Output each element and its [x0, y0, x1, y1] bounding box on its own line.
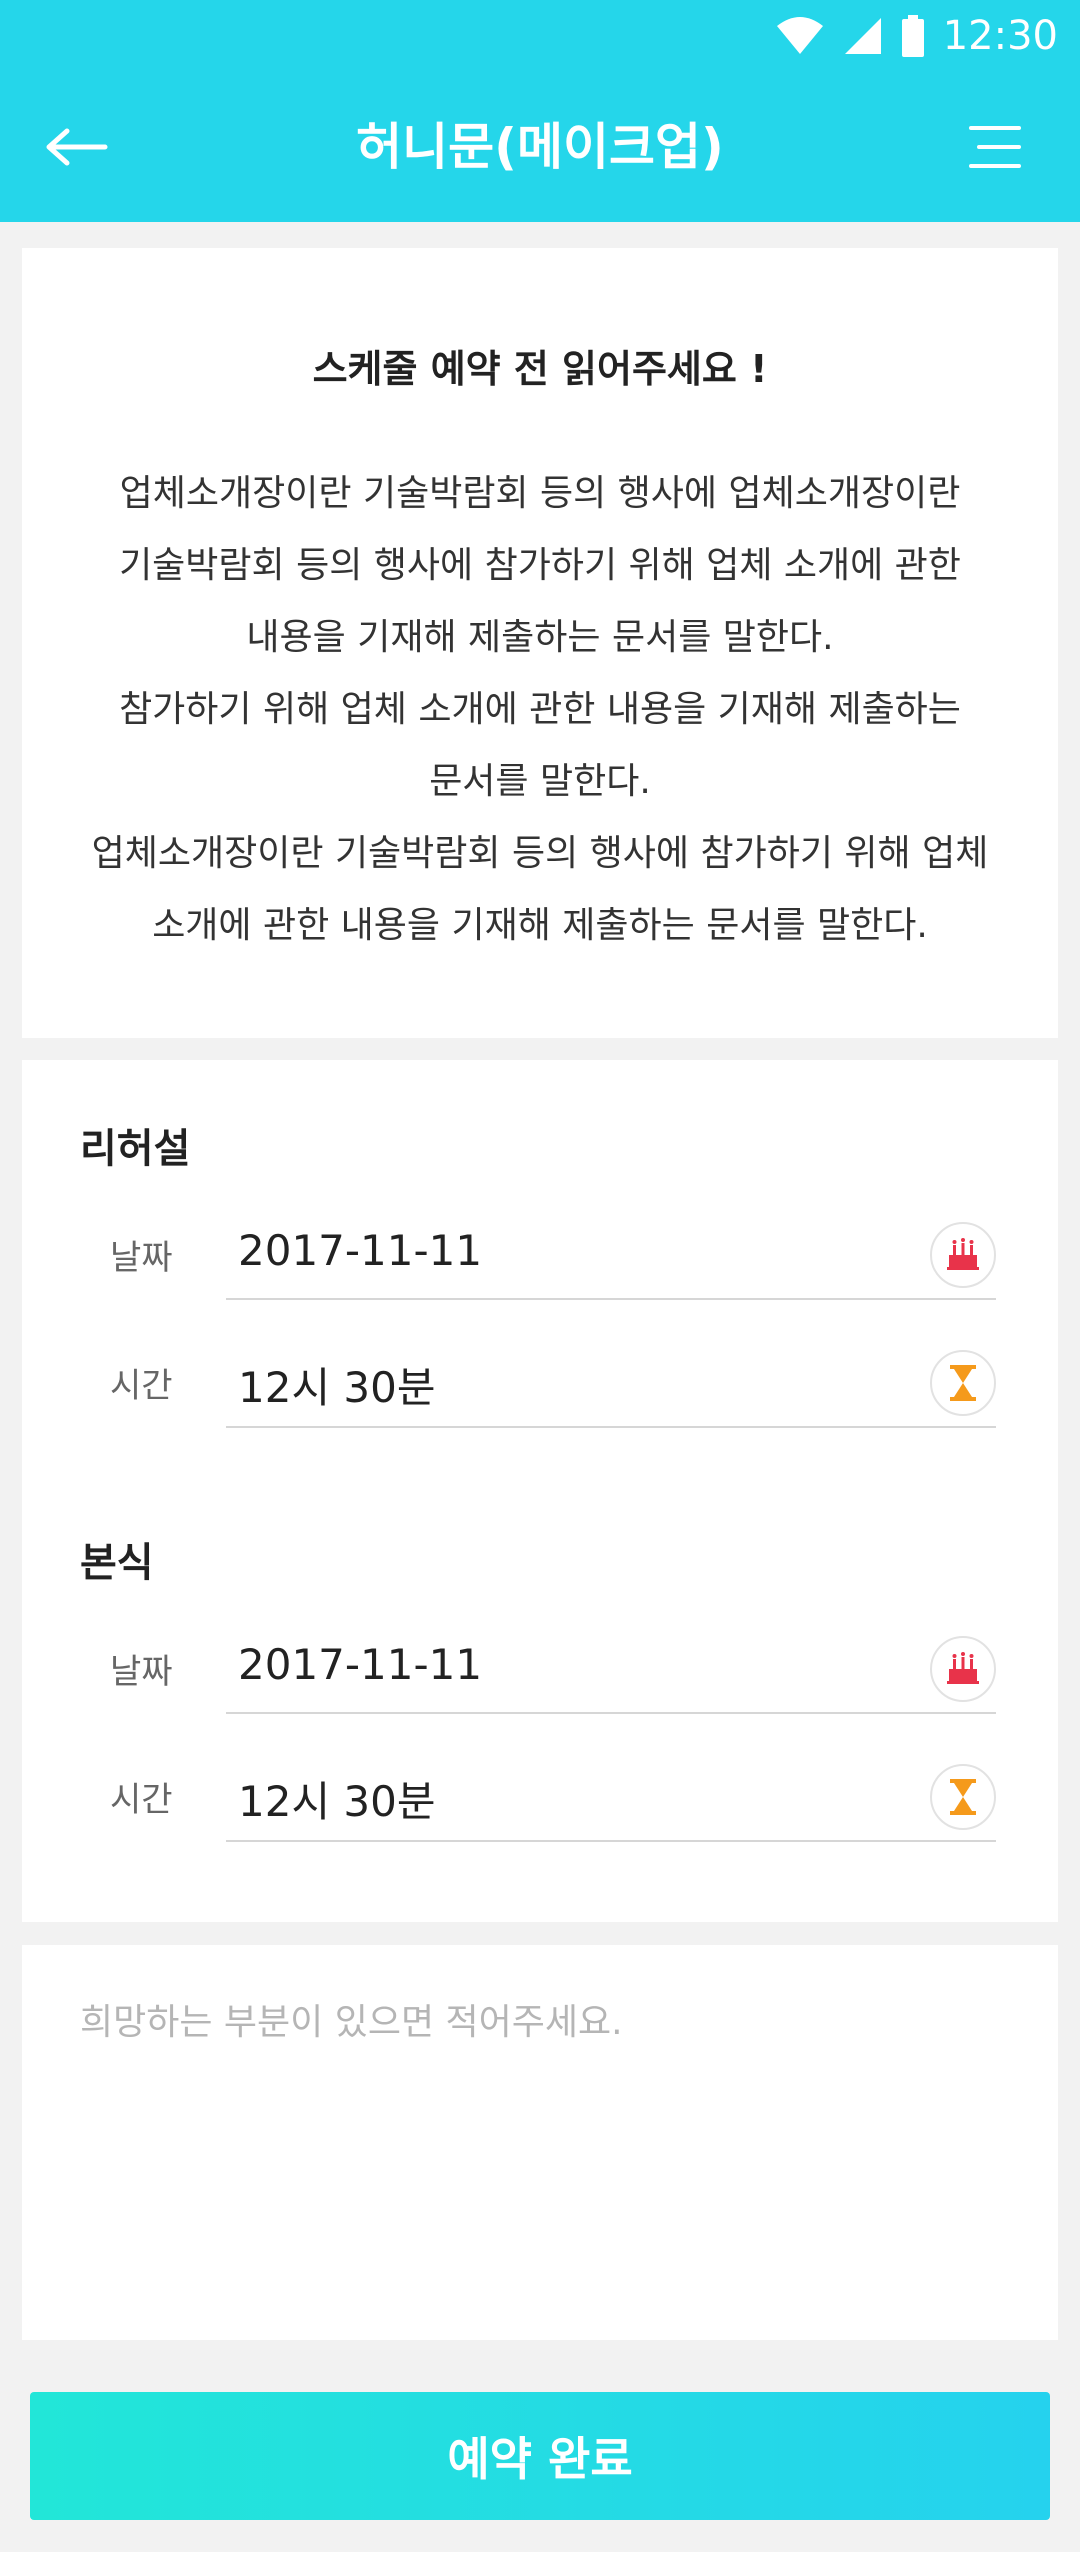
notice-title-wrap: 스케줄 예약 전 읽어주세요 !	[22, 338, 1058, 399]
hourglass-icon[interactable]	[930, 1350, 996, 1416]
notice-line: 업체소개장이란 기술박람회 등의 행사에 업체소개장이란	[119, 473, 961, 514]
cake-icon-graphic	[947, 1652, 979, 1684]
ceremony-label: 본식	[80, 1540, 154, 1586]
cake-icon-graphic	[947, 1238, 979, 1270]
hourglass-icon-graphic	[950, 1779, 976, 1815]
notice-card: 스케줄 예약 전 읽어주세요 ! 업체소개장이란 기술박람회 등의 행사에 업체…	[22, 248, 1058, 1038]
ceremony-date-field[interactable]: 2017-11-11	[226, 1628, 996, 1714]
status-bar: 12:30	[0, 0, 1080, 72]
notice-line: 참가하기 위해 업체 소개에 관한 내용을 기재해 제출하는	[119, 689, 961, 730]
rehearsal-time-value: 12시 30분	[238, 1363, 436, 1412]
notice-line: 문서를 말한다.	[429, 761, 651, 802]
rehearsal-date-field[interactable]: 2017-11-11	[226, 1214, 996, 1300]
menu-button[interactable]	[960, 112, 1030, 182]
rehearsal-label: 리허설	[80, 1126, 191, 1172]
schedule-card: 리허설 날짜 2017-11-11 시간 12시 30분 본식 날짜 2017-…	[22, 1060, 1058, 1922]
signal-icon	[844, 18, 881, 54]
notice-line: 기술박람회 등의 행사에 참가하기 위해 업체 소개에 관한	[119, 545, 961, 586]
status-icons: 12:30	[775, 0, 1058, 72]
rehearsal-time-field[interactable]: 12시 30분	[226, 1342, 996, 1428]
cake-icon[interactable]	[930, 1636, 996, 1702]
battery-icon	[901, 15, 924, 57]
rehearsal-time-label: 시간	[110, 1366, 173, 1406]
complete-booking-button[interactable]: 예약 완료	[30, 2392, 1050, 2520]
ceremony-time-value: 12시 30분	[238, 1777, 436, 1826]
page-title: 허니문(메이크업)	[356, 118, 724, 176]
status-time: 12:30	[942, 13, 1058, 59]
memo-textarea[interactable]: 희망하는 부분이 있으면 적어주세요.	[22, 1945, 1058, 2340]
notice-body: 업체소개장이란 기술박람회 등의 행사에 업체소개장이란 기술박람회 등의 행사…	[62, 458, 1018, 962]
notice-title: 스케줄 예약 전 읽어주세요 !	[294, 338, 786, 399]
memo-placeholder: 희망하는 부분이 있으면 적어주세요.	[80, 2002, 623, 2043]
menu-icon	[969, 126, 1021, 168]
notice-line: 내용을 기재해 제출하는 문서를 말한다.	[246, 617, 834, 658]
notice-title-text: 스케줄 예약 전 읽어주세요 !	[312, 347, 768, 391]
ceremony-time-field[interactable]: 12시 30분	[226, 1756, 996, 1842]
ceremony-date-label: 날짜	[110, 1652, 173, 1692]
hourglass-icon[interactable]	[930, 1764, 996, 1830]
hourglass-icon-graphic	[950, 1365, 976, 1401]
ceremony-date-value: 2017-11-11	[238, 1640, 483, 1689]
cake-icon[interactable]	[930, 1222, 996, 1288]
rehearsal-date-value: 2017-11-11	[238, 1226, 483, 1275]
ceremony-time-label: 시간	[110, 1780, 173, 1820]
rehearsal-date-label: 날짜	[110, 1238, 173, 1278]
app-bar: 허니문(메이크업)	[0, 72, 1080, 222]
notice-line: 소개에 관한 내용을 기재해 제출하는 문서를 말한다.	[152, 905, 928, 946]
notice-line: 업체소개장이란 기술박람회 등의 행사에 참가하기 위해 업체	[91, 833, 989, 874]
wifi-icon	[776, 17, 823, 54]
